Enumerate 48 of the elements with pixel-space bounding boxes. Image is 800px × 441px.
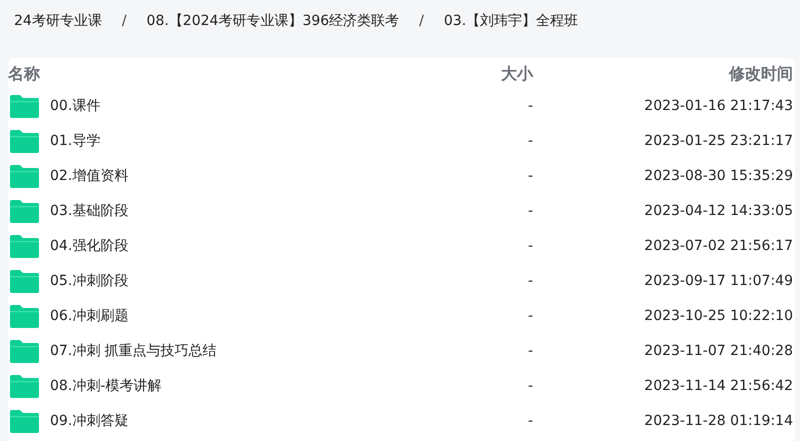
breadcrumb-link[interactable]: 24考研专业课: [14, 12, 102, 30]
size-cell: -: [528, 342, 533, 358]
folder-name[interactable]: 04.强化阶段: [50, 236, 128, 254]
size-cell: -: [528, 378, 533, 394]
folder-name[interactable]: 07.冲刺 抓重点与技巧总结: [50, 342, 217, 360]
folder-name[interactable]: 00.课件: [50, 96, 100, 114]
breadcrumb-separator: /: [122, 13, 127, 29]
folder-name[interactable]: 03.基础阶段: [50, 202, 128, 220]
breadcrumb-separator: /: [419, 13, 424, 29]
breadcrumb-link[interactable]: 03.【刘玮宇】全程班: [444, 12, 578, 30]
size-cell: -: [528, 168, 533, 184]
column-header[interactable]: 大小: [501, 64, 533, 84]
size-cell: -: [528, 308, 533, 324]
size-cell: -: [528, 412, 533, 428]
folder-icon: [10, 374, 39, 398]
folder-name[interactable]: 08.冲刺-模考讲解: [50, 376, 162, 394]
size-cell: -: [528, 132, 533, 148]
modified-time-cell: 2023-11-07 21:40:28: [644, 342, 793, 358]
folder-icon: [10, 338, 39, 362]
folder-icon: [10, 198, 39, 222]
modified-time-cell: 2023-07-02 21:56:17: [644, 238, 793, 254]
folder-name[interactable]: 05.冲刺阶段: [50, 272, 128, 290]
folder-icon: [10, 234, 39, 258]
modified-time-cell: 2023-01-16 21:17:43: [644, 98, 793, 114]
folder-name[interactable]: 09.冲刺答疑: [50, 412, 128, 430]
modified-time-cell: 2023-08-30 15:35:29: [644, 168, 793, 184]
column-header[interactable]: 修改时间: [729, 64, 793, 84]
breadcrumb-link[interactable]: 08.【2024考研专业课】396经济类联考: [146, 12, 400, 30]
folder-name[interactable]: 01.导学: [50, 132, 100, 150]
modified-time-cell: 2023-10-25 10:22:10: [644, 308, 793, 324]
column-header[interactable]: 名称: [8, 64, 40, 84]
folder-icon: [10, 128, 39, 152]
folder-icon: [10, 164, 39, 188]
modified-time-cell: 2023-11-14 21:56:42: [644, 378, 793, 394]
folder-icon: [10, 94, 39, 118]
folder-icon: [10, 268, 39, 292]
folder-name[interactable]: 06.冲刺刷题: [50, 306, 128, 324]
folder-icon: [10, 304, 39, 328]
folder-icon: [10, 408, 39, 432]
modified-time-cell: 2023-04-12 14:33:05: [644, 202, 793, 218]
folder-name[interactable]: 02.增值资料: [50, 166, 128, 184]
size-cell: -: [528, 202, 533, 218]
modified-time-cell: 2023-11-28 01:19:14: [644, 412, 793, 428]
modified-time-cell: 2023-01-25 23:21:17: [644, 132, 793, 148]
modified-time-cell: 2023-09-17 11:07:49: [644, 272, 793, 288]
size-cell: -: [528, 98, 533, 114]
size-cell: -: [528, 272, 533, 288]
size-cell: -: [528, 238, 533, 254]
